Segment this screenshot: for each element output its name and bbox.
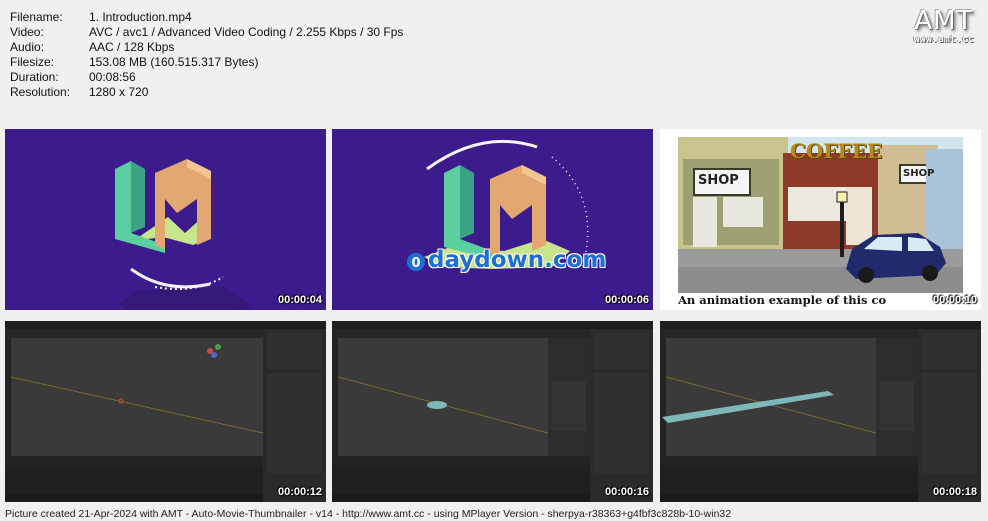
file-info: Filename: 1. Introduction.mp4 Video: AVC /… [10,10,403,100]
info-value: 00:08:56 [89,70,136,84]
blender-ui-screenshot [660,321,981,502]
info-label: Filesize: [10,55,55,69]
timestamp: 00:00:06 [604,294,649,306]
info-row-filesize: Filesize: 153.08 MB (160.515.317 Bytes) [10,55,403,70]
thumbnail-2[interactable]: 0 daydown.com 00:00:06 [332,129,653,310]
timestamp: 00:00:18 [932,486,977,498]
info-label: Duration: [10,70,59,84]
thumbnail-1[interactable]: 00:00:04 [5,129,326,310]
intro-logo-illustration [115,159,255,310]
blender-ui-screenshot [5,321,326,502]
info-value: 1280 x 720 [89,85,149,99]
coffee-sign: COFFEE [790,139,883,163]
info-label: Audio: [10,40,45,54]
subtitle-caption: An animation example of this co [678,293,967,307]
info-label: Resolution: [10,85,71,99]
logo-url: www.amt.cc [913,34,974,45]
thumbnail-5[interactable]: 00:00:16 [332,321,653,502]
intro-logo-illustration: 0 [407,139,589,271]
info-row-duration: Duration: 00:08:56 [10,70,403,85]
info-row-filename: Filename: 1. Introduction.mp4 [10,10,403,25]
shop-sign-left: SHOP [698,173,739,188]
shop-sign-right: SHOP [903,168,935,179]
info-label: Video: [10,25,44,39]
animation-scene: SHOP COFFEE SHOP [678,137,963,295]
logo-title: AMT [914,6,974,36]
info-value: 153.08 MB (160.515.317 Bytes) [89,55,259,69]
timestamp: 00:00:16 [604,486,649,498]
info-row-audio: Audio: AAC / 128 Kbps [10,40,403,55]
thumbnail-6[interactable]: 00:00:18 [660,321,981,502]
info-value: AVC / avc1 / Advanced Video Coding / 2.2… [89,25,404,39]
info-value: AAC / 128 Kbps [89,40,175,54]
svg-text:0: 0 [411,256,420,271]
info-row-resolution: Resolution: 1280 x 720 [10,85,403,100]
timestamp: 00:00:12 [277,486,322,498]
blender-ui-screenshot [332,321,653,502]
thumbnail-4[interactable]: 00:00:12 [5,321,326,502]
timestamp: 00:00:04 [277,294,322,306]
footer-credit: Picture created 21-Apr-2024 with AMT - A… [5,508,732,520]
amt-logo: AMT www.amt.cc [914,6,974,45]
timestamp: 00:00:10 [932,294,977,306]
info-row-video: Video: AVC / avc1 / Advanced Video Coding… [10,25,403,40]
info-label: Filename: [10,10,63,24]
thumbnail-3[interactable]: SHOP COFFEE SHOP An animation example of… [660,129,981,310]
watermark: daydown.com [428,247,607,273]
info-value: 1. Introduction.mp4 [89,10,192,24]
